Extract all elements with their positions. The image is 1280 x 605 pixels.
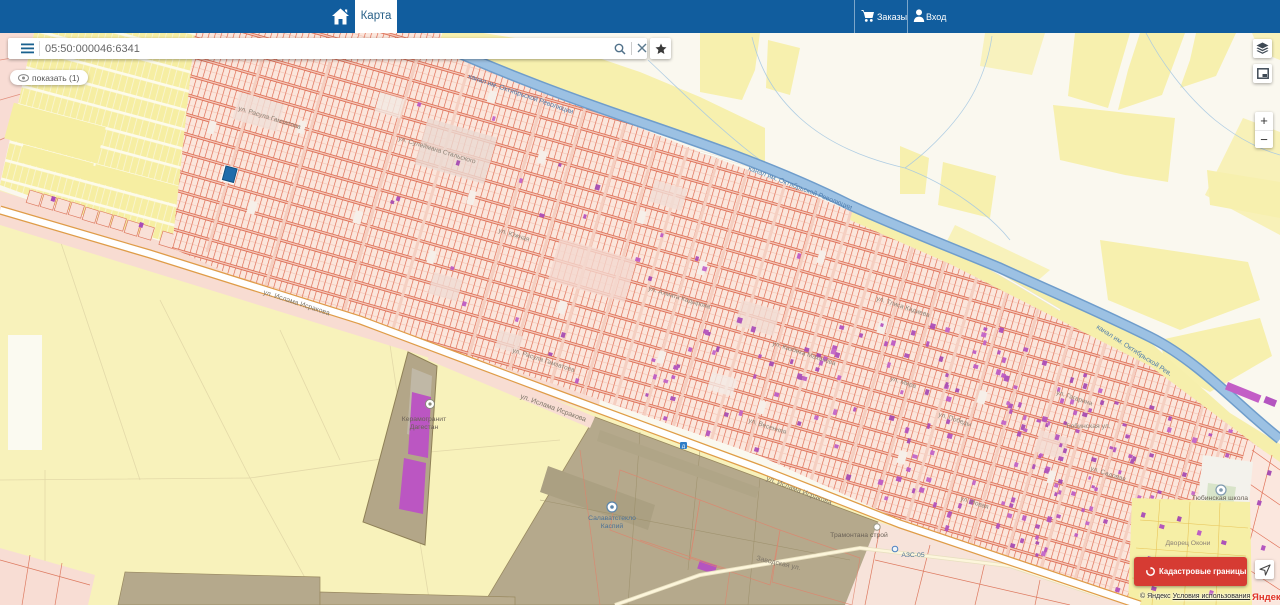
svg-text:Каспий: Каспий (601, 522, 624, 530)
svg-text:Тюбинская школа: Тюбинская школа (1192, 494, 1248, 502)
svg-text:АЗС-05: АЗС-05 (901, 552, 924, 559)
svg-text:Дворец Окони: Дворец Окони (1166, 540, 1211, 547)
svg-text:Керамогранит: Керамогранит (402, 416, 446, 423)
svg-text:Трамонтана строй: Трамонтана строй (830, 531, 888, 539)
svg-text:Тюбинская ул.: Тюбинская ул. (1065, 422, 1110, 430)
svg-text:Салаватстекло: Салаватстекло (588, 515, 636, 522)
svg-text:Дагестан: Дагестан (410, 424, 439, 431)
